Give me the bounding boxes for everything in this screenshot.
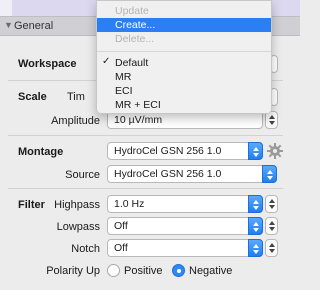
notch-select[interactable]: Off: [107, 239, 263, 257]
menu-item-mr-eci[interactable]: MR + ECI: [97, 98, 271, 112]
highpass-select[interactable]: 1.0 Hz: [107, 195, 263, 213]
montage-value: HydroCel GSN 256 1.0: [114, 145, 222, 157]
disclosure-triangle-icon[interactable]: ▼: [4, 20, 13, 30]
gear-icon[interactable]: [266, 142, 284, 160]
menu-item-create[interactable]: Create...: [97, 18, 271, 32]
lowpass-stepper[interactable]: [265, 217, 278, 235]
stepper-arrows-icon: [269, 115, 275, 125]
divider: [8, 188, 283, 189]
divider: [8, 135, 283, 136]
popup-arrows-icon: [248, 195, 263, 213]
menu-item-update[interactable]: Update: [97, 4, 271, 18]
montage-select[interactable]: HydroCel GSN 256 1.0: [107, 142, 263, 160]
workspace-menu: Update Create... Delete... ✓ Default MR E…: [96, 0, 272, 114]
amplitude-label: Amplitude: [51, 115, 100, 127]
source-select[interactable]: HydroCel GSN 256 1.0: [107, 165, 277, 183]
scale-label: Scale: [18, 91, 47, 103]
workspace-label: Workspace: [18, 58, 77, 70]
section-title: General: [14, 20, 54, 32]
stepper-arrows-icon: [269, 199, 275, 209]
lowpass-label: Lowpass: [56, 221, 100, 233]
source-value: HydroCel GSN 256 1.0: [114, 168, 222, 180]
stepper-arrows-icon: [269, 221, 275, 231]
lowpass-select[interactable]: Off: [107, 217, 263, 235]
radio-positive[interactable]: [107, 264, 120, 277]
menu-divider: [97, 51, 271, 52]
positive-label[interactable]: Positive: [124, 265, 163, 277]
menu-item-eci[interactable]: ECI: [97, 84, 271, 98]
time-label: Tim: [67, 91, 85, 103]
montage-label: Montage: [18, 146, 64, 158]
popup-arrows-icon: [248, 142, 263, 160]
source-label: Source: [65, 169, 100, 181]
menu-item-default[interactable]: ✓ Default: [97, 56, 271, 70]
notch-stepper[interactable]: [265, 239, 278, 257]
amplitude-value: 10 µV/mm: [114, 114, 163, 126]
popup-arrows-icon: [248, 239, 263, 257]
checkmark-icon: ✓: [102, 56, 111, 67]
lowpass-value: Off: [114, 220, 128, 232]
menu-item-delete[interactable]: Delete...: [97, 32, 271, 46]
notch-value: Off: [114, 242, 128, 254]
menu-item-mr[interactable]: MR: [97, 70, 271, 84]
highpass-stepper[interactable]: [265, 195, 278, 213]
negative-label[interactable]: Negative: [189, 265, 232, 277]
radio-negative[interactable]: [172, 264, 185, 277]
polarity-label: Polarity Up: [46, 265, 100, 277]
highpass-value: 1.0 Hz: [114, 198, 145, 210]
stepper-arrows-icon: [269, 243, 275, 253]
notch-label: Notch: [71, 243, 100, 255]
highpass-label: Highpass: [54, 199, 100, 211]
popup-arrows-icon: [248, 217, 263, 235]
popup-arrows-icon: [262, 165, 277, 183]
